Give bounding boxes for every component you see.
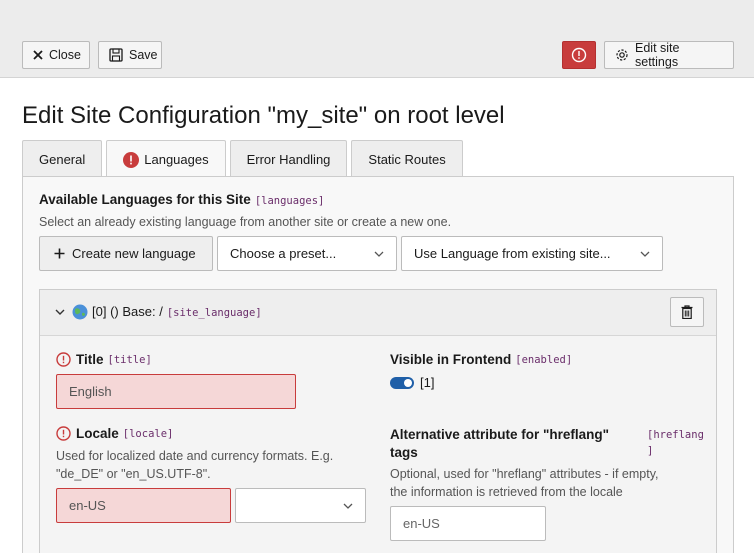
chevron-down-icon [343,503,353,509]
languages-heading-label: Available Languages for this Site [39,192,251,207]
close-icon [33,50,43,60]
tab-static-routes[interactable]: Static Routes [351,140,463,177]
hreflang-description-line-1: Optional, used for "hreflang" attributes… [390,467,659,481]
chevron-down-icon[interactable] [55,309,65,315]
error-icon [56,426,71,441]
visible-code: [enabled] [515,353,573,366]
existing-language-select-value: Use Language from existing site... [414,246,611,261]
page-title: Edit Site Configuration "my_site" on roo… [22,102,505,129]
visible-label: Visible in Frontend [390,352,512,367]
locale-description-line-2: "de_DE" or "en_US.UTF-8". [56,467,211,481]
language-card-title: [0] () Base: / [site_language] [92,304,262,319]
error-indicator-button[interactable] [562,41,596,69]
tab-error-handling[interactable]: Error Handling [229,140,348,177]
languages-description: Select an already existing language from… [39,215,452,229]
preset-select-value: Choose a preset... [230,246,337,261]
visible-toggle[interactable] [390,376,414,389]
hreflang-label-line-2: tags [390,445,418,460]
save-button-label: Save [129,48,158,62]
globe-flag-icon [72,304,88,320]
title-input[interactable]: English [56,374,296,409]
save-button[interactable]: Save [98,41,162,69]
tab-label: Languages [144,152,209,167]
visible-field-label: Visible in Frontend [enabled] [390,352,572,367]
chevron-down-icon [374,251,384,257]
close-button[interactable]: Close [22,41,90,69]
locale-description-line-1: Used for localized date and currency for… [56,449,334,463]
save-icon [109,48,123,62]
title-code: [title] [107,353,152,366]
create-new-language-label: Create new language [72,246,196,261]
language-card-label: [0] () Base: / [92,304,163,319]
visible-toggle-row: [1] [390,375,434,390]
locale-input[interactable]: en-US [56,488,231,523]
title-input-value: English [69,384,112,399]
title-label: Title [76,352,104,367]
hreflang-input-placeholder: en-US [403,516,440,531]
tab-bar: General Languages Error Handling Static … [22,140,467,178]
locale-code: [locale] [122,427,174,440]
locale-select[interactable] [235,488,366,523]
title-field-label: Title [title] [56,352,152,367]
error-icon [56,352,71,367]
existing-language-select[interactable]: Use Language from existing site... [401,236,663,271]
edit-site-settings-button[interactable]: Edit site settings [604,41,734,69]
language-card-code: [site_language] [166,307,262,319]
error-icon [123,151,140,168]
locale-label: Locale [76,426,119,441]
chevron-down-icon [640,251,650,257]
languages-heading-code: [languages] [254,195,325,207]
edit-site-settings-label: Edit site settings [635,41,680,69]
exclamation-circle-icon [571,47,587,63]
hreflang-label-line-1: Alternative attribute for "hreflang" [390,427,610,442]
plus-icon [54,248,65,259]
tab-label: Error Handling [246,151,331,167]
close-button-label: Close [49,48,81,62]
tab-label: General [39,151,86,167]
preset-select[interactable]: Choose a preset... [217,236,397,271]
tab-general[interactable]: General [22,140,103,177]
hreflang-description-line-2: the information is retrieved from the lo… [390,485,623,499]
hreflang-code-line-2: ] [647,445,654,457]
hreflang-input[interactable]: en-US [390,506,546,541]
trash-icon [681,305,693,319]
create-new-language-button[interactable]: Create new language [39,236,213,271]
locale-field-label: Locale [locale] [56,426,173,441]
delete-language-button[interactable] [670,297,704,327]
locale-input-value: en-US [69,498,106,513]
tab-languages[interactable]: Languages [106,140,226,178]
gear-icon [616,49,628,61]
languages-heading: Available Languages for this Site [langua… [39,192,324,207]
visible-toggle-value: [1] [420,375,435,390]
hreflang-code-line-1: [hreflang [647,429,704,441]
tab-label: Static Routes [368,151,446,167]
